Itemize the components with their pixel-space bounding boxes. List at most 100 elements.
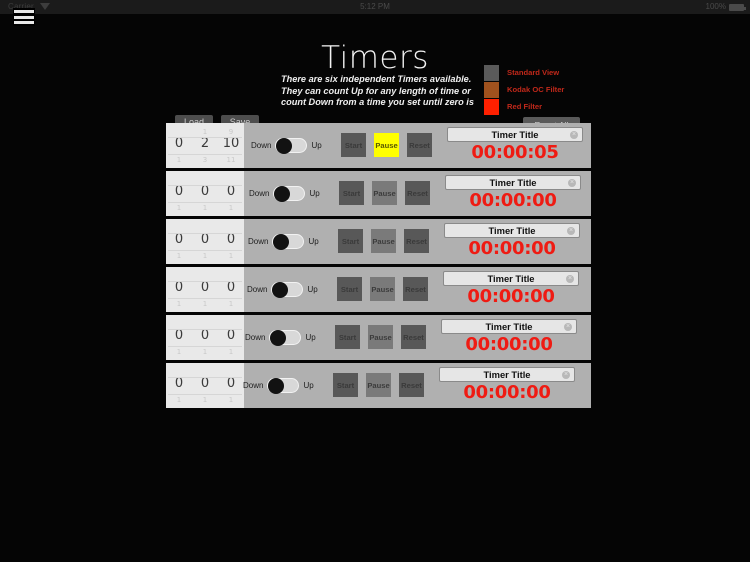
toggle-track[interactable] — [267, 378, 300, 394]
picker-column[interactable]: 01 — [166, 363, 192, 408]
duration-picker[interactable]: 010101 — [166, 315, 244, 360]
toggle-track[interactable] — [269, 330, 302, 346]
timer-title-input[interactable]: Timer Title × — [445, 175, 581, 190]
pause-button[interactable]: Pause — [374, 133, 399, 157]
picker-column[interactable]: 01 — [218, 363, 244, 408]
timer-clock-display: 00:00:00 — [465, 334, 553, 355]
clear-text-icon[interactable]: × — [564, 323, 572, 331]
picker-divider-bottom — [168, 298, 242, 299]
legend-swatch[interactable] — [484, 81, 499, 98]
reset-button[interactable]: Reset — [403, 277, 428, 301]
duration-picker[interactable]: 010101 — [166, 267, 244, 312]
start-button[interactable]: Start — [335, 325, 360, 349]
picker-column[interactable]: 01 — [192, 219, 218, 264]
duration-picker[interactable]: 010101 — [166, 363, 244, 408]
timer-title-input[interactable]: Timer Title × — [444, 223, 580, 238]
picker-column[interactable]: 9 10 11 — [218, 123, 244, 168]
picker-column[interactable]: 12 3 — [192, 123, 218, 168]
start-button[interactable]: Start — [337, 277, 362, 301]
picker-column[interactable]: 01 — [166, 171, 192, 216]
picker-column[interactable]: 01 — [192, 267, 218, 312]
toggle-knob[interactable] — [276, 138, 293, 154]
legend-row: Standard View — [484, 64, 604, 81]
toggle-knob[interactable] — [274, 186, 291, 202]
picker-next-value: 1 — [228, 396, 234, 404]
menu-bar-2 — [14, 15, 34, 19]
clear-text-icon[interactable]: × — [567, 227, 575, 235]
timer-title-text: Timer Title — [488, 225, 536, 236]
toggle-up-label: Up — [308, 237, 319, 246]
timer-clock-display: 00:00:00 — [468, 238, 556, 259]
picker-next-value: 1 — [176, 396, 182, 404]
toggle-up-label: Up — [309, 189, 320, 198]
pause-button[interactable]: Pause — [370, 277, 395, 301]
reset-button[interactable]: Reset — [399, 373, 424, 397]
start-button[interactable]: Start — [341, 133, 366, 157]
toggle-up-label: Up — [311, 141, 322, 150]
reset-button[interactable]: Reset — [404, 229, 429, 253]
pause-button[interactable]: Pause — [368, 325, 393, 349]
start-button[interactable]: Start — [339, 181, 364, 205]
reset-button[interactable]: Reset — [401, 325, 426, 349]
clear-text-icon[interactable]: × — [568, 179, 576, 187]
hamburger-menu-icon[interactable] — [13, 8, 35, 26]
picker-column[interactable]: 01 — [166, 315, 192, 360]
toggle-knob[interactable] — [272, 282, 289, 298]
toggle-knob[interactable] — [268, 378, 285, 394]
picker-column[interactable]: 01 — [166, 219, 192, 264]
toggle-track[interactable] — [271, 282, 304, 298]
picker-column[interactable]: 01 — [192, 363, 218, 408]
toggle-knob[interactable] — [270, 330, 287, 346]
picker-column[interactable]: 01 — [192, 315, 218, 360]
duration-picker[interactable]: 010101 — [166, 219, 244, 264]
pause-button[interactable]: Pause — [372, 181, 397, 205]
legend-swatch[interactable] — [484, 98, 499, 115]
timer-clock-display: 00:00:05 — [471, 142, 559, 163]
timer-title-input[interactable]: Timer Title × — [439, 367, 575, 382]
reset-button[interactable]: Reset — [405, 181, 430, 205]
picker-current-value: 0 — [226, 232, 236, 247]
picker-prev-value: 9 — [228, 128, 234, 136]
toggle-track[interactable] — [273, 186, 306, 202]
picker-current-value: 0 — [174, 328, 184, 343]
picker-current-value: 0 — [226, 184, 236, 199]
toggle-up-label: Up — [303, 381, 314, 390]
start-button[interactable]: Start — [338, 229, 363, 253]
toggle-down-label: Down — [245, 333, 266, 342]
reset-button[interactable]: Reset — [407, 133, 432, 157]
timer-title-input[interactable]: Timer Title × — [441, 319, 577, 334]
pause-button[interactable]: Pause — [366, 373, 391, 397]
direction-toggle[interactable]: Down Up — [243, 378, 314, 394]
picker-divider-bottom — [168, 154, 242, 155]
picker-column[interactable]: 01 — [166, 123, 192, 168]
toggle-track[interactable] — [275, 138, 308, 154]
picker-current-value: 0 — [200, 232, 210, 247]
duration-picker[interactable]: 0 1 1 2 3 9 10 11 — [166, 123, 244, 168]
direction-toggle[interactable]: Down Up — [245, 330, 316, 346]
picker-column[interactable]: 01 — [218, 267, 244, 312]
start-button[interactable]: Start — [333, 373, 358, 397]
toggle-knob[interactable] — [273, 234, 290, 250]
toggle-track[interactable] — [272, 234, 305, 250]
picker-column[interactable]: 01 — [192, 171, 218, 216]
picker-column[interactable]: 01 — [218, 171, 244, 216]
picker-column[interactable]: 01 — [218, 219, 244, 264]
direction-toggle[interactable]: Down Up — [249, 186, 320, 202]
timer-title-input[interactable]: Timer Title × — [443, 271, 579, 286]
ios-status-bar: Carrier 5:12 PM 100% — [0, 0, 750, 14]
picker-column[interactable]: 01 — [218, 315, 244, 360]
clear-text-icon[interactable]: × — [562, 371, 570, 379]
duration-picker[interactable]: 010101 — [166, 171, 244, 216]
timer-clock-display: 00:00:00 — [467, 286, 555, 307]
direction-toggle[interactable]: Down Up — [247, 282, 318, 298]
legend-row: Red Filter — [484, 98, 604, 115]
clear-text-icon[interactable]: × — [566, 275, 574, 283]
clear-text-icon[interactable]: × — [570, 131, 578, 139]
pause-button[interactable]: Pause — [371, 229, 396, 253]
timer-title-input[interactable]: Timer Title × — [447, 127, 583, 142]
legend-swatch[interactable] — [484, 64, 499, 81]
direction-toggle[interactable]: Down Up — [248, 234, 319, 250]
direction-toggle[interactable]: Down Up — [251, 138, 322, 154]
picker-current-value: 0 — [226, 376, 236, 391]
picker-column[interactable]: 01 — [166, 267, 192, 312]
